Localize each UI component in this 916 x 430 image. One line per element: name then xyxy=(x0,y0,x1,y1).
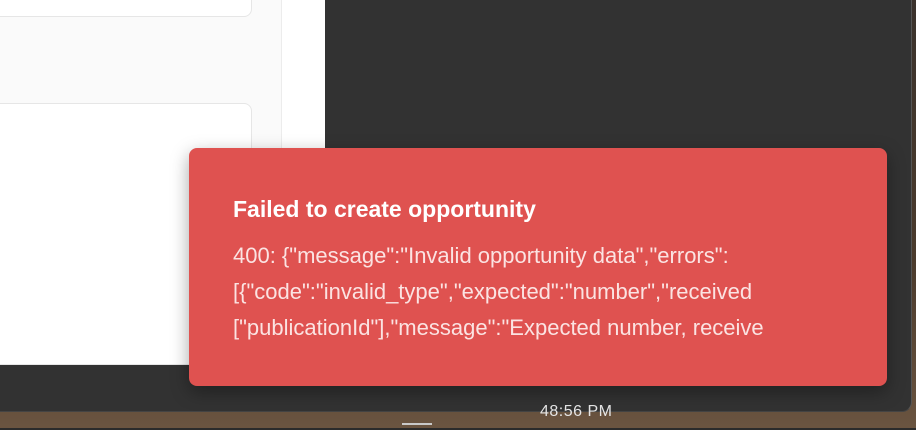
dock-icon-fragment xyxy=(402,423,432,430)
clock-text: 48:56 PM xyxy=(540,405,613,420)
card-top xyxy=(0,0,252,17)
toast-title: Failed to create opportunity xyxy=(233,196,536,222)
toast-message-line: 400: {"message":"Invalid opportunity dat… xyxy=(233,243,729,268)
toast-message-line: ["publicationId"],"message":"Expected nu… xyxy=(233,315,764,340)
error-toast[interactable]: Failed to create opportunity 400: {"mess… xyxy=(189,148,887,386)
toast-message: 400: {"message":"Invalid opportunity dat… xyxy=(233,238,887,346)
toast-message-line: [{"code":"invalid_type","expected":"numb… xyxy=(233,279,753,304)
